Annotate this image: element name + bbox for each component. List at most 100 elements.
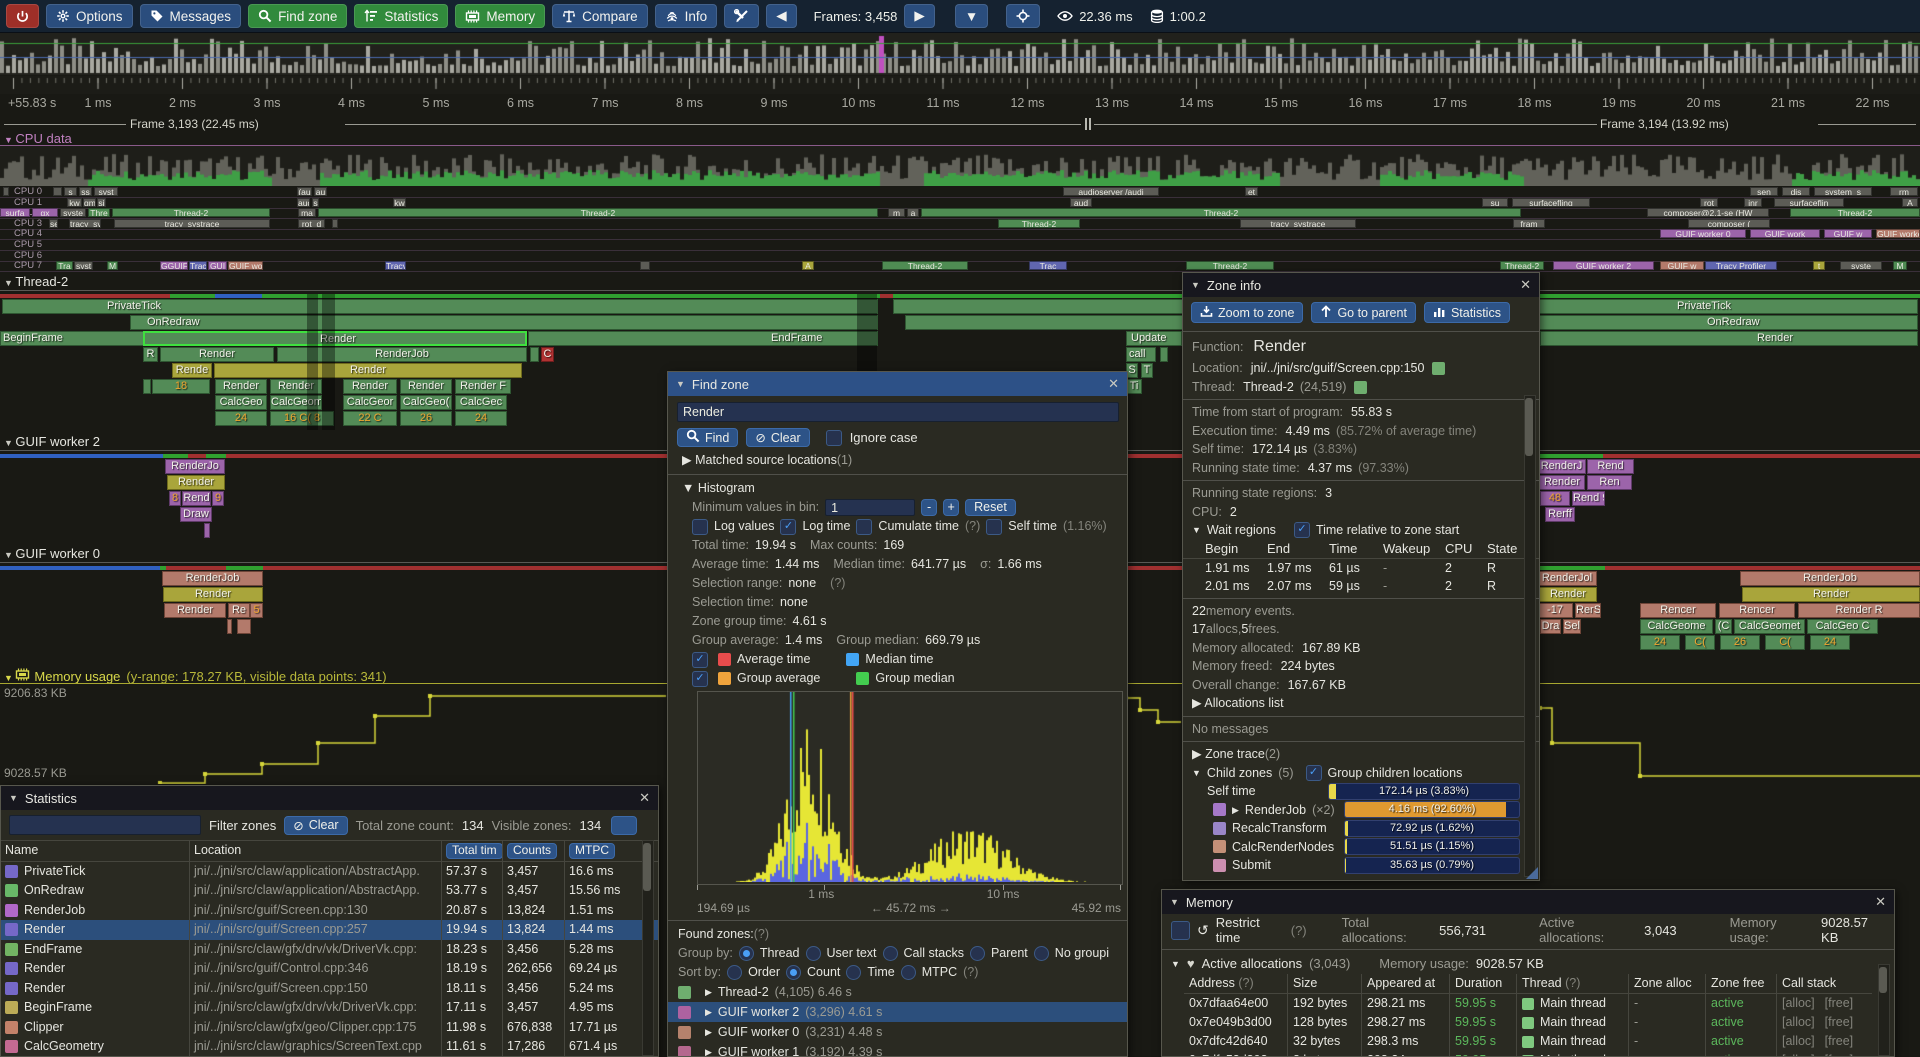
cpu-zone-thread-2[interactable]: Thread-2 [921, 208, 1521, 217]
restrict-time-checkbox[interactable] [1171, 921, 1190, 940]
zone--c[interactable]: (C [1715, 619, 1732, 634]
allocation-row-1[interactable]: 0x7e049b3d00128 bytes298.27 ms59.95 sMai… [1184, 1013, 1872, 1032]
close-icon[interactable]: ✕ [1520, 277, 1531, 293]
cpu-zone-audioserver-audi[interactable]: audioserver /audi [1063, 187, 1159, 196]
cpu-zone-dis[interactable]: dis [1782, 187, 1810, 196]
statistics-scrollbar[interactable] [642, 840, 654, 1056]
sort-by-radio-time[interactable] [846, 965, 861, 980]
statistics-row-calcgeometry[interactable]: CalcGeometryjni/../jni/src/claw/graphics… [1, 1037, 658, 1057]
cpu-zone-ss[interactable]: ss [79, 187, 92, 196]
histogram-section-row[interactable]: ▼ Histogram [668, 479, 1127, 498]
zone-update[interactable]: Update [1126, 331, 1182, 346]
zone-info-zoom-to-zone-button[interactable]: Zoom to zone [1191, 302, 1303, 323]
found-group-guif-worker-1[interactable]: ▶GUIF worker 1(3,192) 4.39 s [668, 1042, 1127, 1057]
zone-26[interactable]: 26 [400, 411, 452, 426]
thread-activity-strip[interactable] [206, 454, 226, 458]
sort-total-time-button[interactable]: Total tim [446, 843, 502, 859]
thread-activity-strip[interactable] [0, 566, 160, 570]
zone-render[interactable]: Render [1540, 331, 1918, 346]
matched-source-locations-row[interactable]: ▶ Matched source locations(1) [668, 451, 1127, 470]
find-button[interactable]: Find [677, 428, 738, 447]
zone[interactable] [143, 379, 151, 394]
cpu-zone-tracy-systrace[interactable]: tracy_systrace [1240, 219, 1356, 228]
zone-trace-row[interactable]: ▶ Zone trace(2) [1183, 745, 1539, 764]
thread-activity-strip[interactable] [1605, 566, 1920, 570]
cpu-zone-au[interactable]: au [314, 187, 327, 196]
zone-render[interactable]: Render [1539, 587, 1597, 602]
relative-time-checkbox[interactable]: ✓ [1294, 522, 1310, 538]
memory-scrollbar[interactable] [1878, 964, 1890, 1056]
cpu-zone-m[interactable]: M [1893, 261, 1907, 270]
zone-calcgeo-[interactable]: CalcGeo( [400, 395, 452, 410]
scrollbar-thumb[interactable] [643, 843, 651, 891]
alloc-column-call-stack[interactable]: Call stack [1776, 974, 1872, 993]
legend-checkbox[interactable]: ✓ [692, 671, 708, 687]
cpu-zone-thread-2[interactable]: Thread-2 [882, 261, 968, 270]
zone-c[interactable]: C [541, 347, 554, 362]
memory-window-titlebar[interactable]: ▼Memory✕ [1162, 890, 1894, 914]
alloc-column-address[interactable]: Address (?) [1184, 974, 1287, 993]
option-checkbox-self-time[interactable] [986, 519, 1002, 535]
zone-render[interactable]: Render [214, 363, 522, 378]
free-callstack-button[interactable]: [free] [1825, 996, 1854, 1010]
zone-9[interactable]: 9 [212, 491, 224, 506]
cpu-zone-si[interactable]: si [97, 198, 106, 207]
thread-activity-strip[interactable] [166, 566, 226, 570]
sort-counts-button[interactable]: Counts [507, 843, 557, 859]
zone-info-statistics-button[interactable]: Statistics [1424, 302, 1510, 323]
cpu-zone-kw[interactable]: kw [393, 198, 406, 207]
zone-renderjob[interactable]: RenderJob [1740, 571, 1920, 586]
cpu-zone-ma[interactable]: ma [298, 208, 316, 217]
cpu-zone[interactable] [53, 187, 62, 196]
statistics-row-render[interactable]: Renderjni/../jni/src/guif/Screen.cpp:257… [1, 920, 658, 940]
zone-ti[interactable]: Ti [1126, 379, 1142, 394]
zone-rend[interactable]: Rend [182, 491, 211, 506]
thread-activity-strip[interactable] [0, 294, 170, 298]
cpu-zone-tracy-systrace[interactable]: tracy_systrace [114, 219, 270, 228]
options-button[interactable]: Options [46, 4, 133, 28]
resize-grip[interactable] [1526, 867, 1538, 879]
frame-time-graph[interactable] [0, 33, 1920, 75]
cpu-zone-trac[interactable]: Trac [1029, 261, 1067, 270]
zone-22-c[interactable]: 22 C [343, 411, 397, 426]
close-icon[interactable]: ✕ [639, 790, 650, 806]
cpu-zone-inr[interactable]: inr [1744, 198, 1762, 207]
cpu-zone-guif-wor[interactable]: GUIF wor [228, 261, 263, 270]
legend-checkbox[interactable]: ✓ [692, 652, 708, 668]
zone-26[interactable]: 26 [1720, 635, 1760, 650]
zone-c-[interactable]: C( [1685, 635, 1715, 650]
found-group-guif-worker-0[interactable]: ▶GUIF worker 0(3,231) 4.48 s [668, 1022, 1127, 1042]
find-zone-button[interactable]: Find zone [248, 4, 347, 28]
group-by-radio-call-stacks[interactable] [883, 946, 898, 961]
alloc-callstack-button[interactable]: [alloc] [1782, 1015, 1815, 1029]
zone-renderjo[interactable]: RenderJo [165, 459, 225, 474]
zone-rencer[interactable]: Rencer [1719, 603, 1795, 618]
goto-frame-button[interactable] [1006, 4, 1040, 28]
child-zone-row-renderjob[interactable]: ▶RenderJob(×2)4.16 ms (92.60%) [1183, 801, 1539, 820]
zone-rend-9[interactable]: Rend 9 [1572, 491, 1605, 506]
reset-button[interactable]: Reset [965, 499, 1016, 516]
zone--17[interactable]: -17 [1537, 603, 1573, 618]
close-icon[interactable]: ✕ [1875, 894, 1886, 910]
alloc-column-zone-free[interactable]: Zone free [1705, 974, 1776, 993]
cpu-zone-syste[interactable]: syste [1840, 261, 1882, 270]
zone[interactable] [530, 347, 539, 362]
alloc-column-thread[interactable]: Thread (?) [1516, 974, 1628, 993]
cpu-zone-aud[interactable]: aud [1070, 198, 1092, 207]
child-zone-row-calcrendernodes[interactable]: CalcRenderNodes51.51 µs (1.15%) [1183, 838, 1539, 857]
cpu-zone-system-s[interactable]: system_s [1814, 187, 1872, 196]
cpu-zone-surfa[interactable]: surfa [0, 208, 30, 217]
zone-calcgeor[interactable]: CalcGeor [343, 395, 397, 410]
min-bin-input[interactable] [825, 499, 915, 516]
free-callstack-button[interactable]: [free] [1825, 1015, 1854, 1029]
cpu-zone-guif-worker-2[interactable]: GUIF worker 2 [1553, 261, 1654, 270]
find-zone-search-input[interactable] [677, 402, 1119, 422]
zone-24[interactable]: 24 [1810, 635, 1850, 650]
cpu-data-header[interactable]: ▼ CPU data [4, 131, 72, 146]
cpu-zone-tra[interactable]: Tra [56, 261, 73, 270]
cpu-zone-s[interactable]: s [312, 198, 319, 207]
wait-regions-header[interactable]: ▼Wait regions✓Time relative to zone star… [1183, 521, 1539, 540]
zone-render[interactable]: Render [167, 475, 225, 490]
statistics-row-privatetick[interactable]: PrivateTickjni/../jni/src/claw/applicati… [1, 862, 658, 882]
zone-renderjol[interactable]: RenderJol [1537, 571, 1597, 586]
